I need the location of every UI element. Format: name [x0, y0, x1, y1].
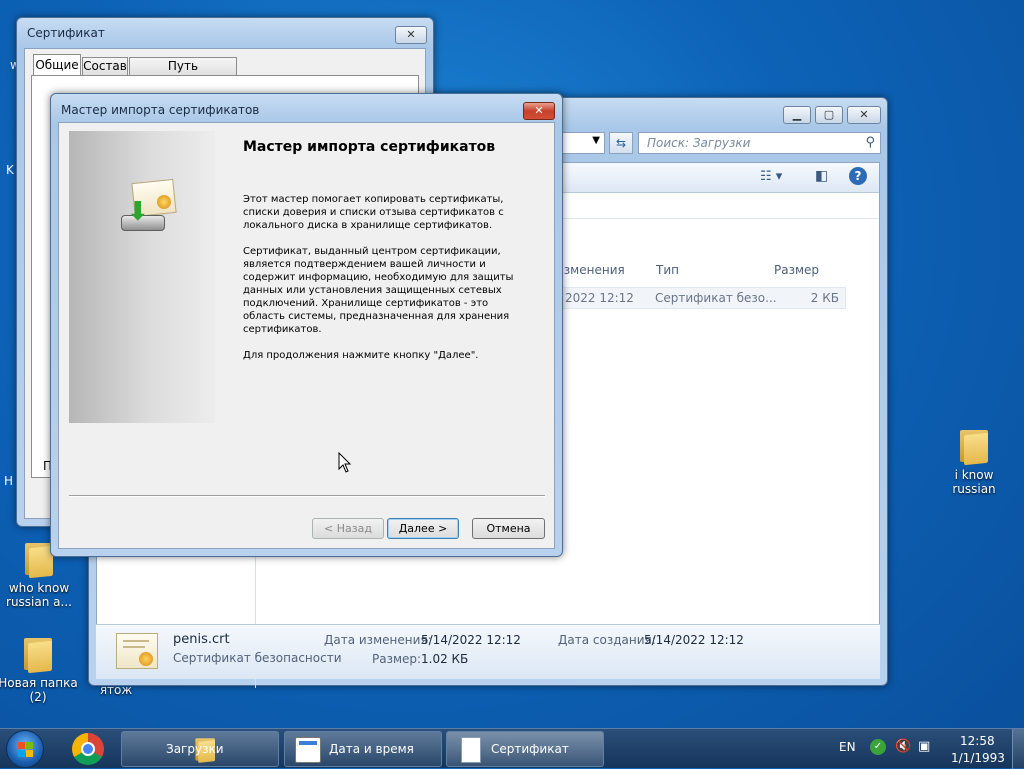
search-placeholder: Поиск: Загрузки	[647, 136, 751, 150]
desktop-icon-i-know-russian[interactable]: i know russian	[934, 424, 1014, 496]
details-file-kind: Сертификат безопасности	[173, 651, 342, 665]
network-icon[interactable]: ▣	[918, 739, 930, 754]
green-arrow-icon: ⬇	[127, 197, 149, 227]
search-input[interactable]: Поиск: Загрузки ⚲	[638, 132, 881, 154]
close-button[interactable]: ✕	[523, 102, 555, 120]
cancel-button[interactable]: Отмена	[472, 518, 545, 539]
tab-composition[interactable]: Состав	[82, 57, 128, 76]
close-button[interactable]: ✕	[847, 106, 881, 124]
folder-icon	[22, 632, 54, 674]
wizard-paragraph-2: Сертификат, выданный центром сертификаци…	[243, 246, 514, 335]
show-desktop-button[interactable]	[1012, 729, 1024, 769]
column-header-modified[interactable]: изменения	[556, 263, 625, 277]
close-button[interactable]: ✕	[395, 26, 427, 44]
taskbar-item-certificate[interactable]: Сертификат	[446, 731, 604, 767]
desktop-icon-label: i know russian	[952, 468, 996, 496]
details-file-name: penis.crt	[173, 632, 230, 647]
desktop-edge-h: H	[4, 474, 14, 488]
mouse-cursor-icon	[338, 452, 352, 473]
certificate-window-title: Сертификат	[27, 26, 105, 40]
file-row-date: 2022 12:12	[565, 291, 634, 305]
back-button[interactable]: < Назад	[312, 518, 384, 539]
wizard-heading: Мастер импорта сертификатов	[243, 139, 496, 155]
folder-icon	[958, 424, 990, 466]
desktop-icon-label: who know russian a...	[6, 581, 72, 609]
file-row-size: 2 КБ	[810, 291, 839, 305]
desktop-icon-label: Новая папка (2)	[0, 676, 78, 704]
import-wizard-window: Мастер импорта сертификатов ✕ ⬇ Мастер и…	[50, 93, 563, 557]
file-row[interactable]: 2022 12:12 Сертификат безо... 2 КБ	[556, 287, 846, 309]
action-center-icon[interactable]: ✓	[870, 739, 886, 755]
document-icon	[461, 737, 481, 763]
details-pane: penis.crt Сертификат безопасности Дата и…	[96, 624, 880, 679]
help-icon[interactable]: ?	[849, 167, 867, 185]
column-header-size[interactable]: Размер	[774, 263, 819, 277]
seal-icon	[139, 652, 153, 666]
taskbar-item-label: Сертификат	[491, 742, 569, 756]
windows-logo-icon	[18, 742, 34, 758]
details-modified-value: 5/14/2022 12:12	[421, 633, 521, 647]
certificate-file-icon	[116, 633, 158, 669]
details-size-value: 1.02 КБ	[421, 652, 469, 666]
taskbar-item-downloads[interactable]: Загрузки	[121, 731, 279, 767]
wizard-paragraph-1: Этот мастер помогает копировать сертифик…	[243, 194, 504, 231]
refresh-icon[interactable]: ⇆	[609, 132, 633, 154]
taskbar-item-label: Загрузки	[166, 742, 224, 756]
start-button[interactable]	[6, 730, 44, 768]
tab-certification-path[interactable]: Путь сертификации	[129, 57, 237, 90]
search-icon[interactable]: ⚲	[865, 135, 875, 150]
clock-time[interactable]: 12:58	[960, 734, 995, 748]
details-modified-label: Дата изменения:	[324, 633, 432, 647]
preview-pane-icon[interactable]: ◧	[815, 168, 828, 184]
volume-muted-icon[interactable]: 🔇	[895, 739, 911, 754]
wizard-client: ⬇ Мастер импорта сертификатов Этот масте…	[58, 122, 555, 549]
details-size-label: Размер:	[372, 652, 422, 666]
import-certificate-icon: ⬇	[117, 177, 181, 241]
wizard-separator	[69, 495, 545, 497]
details-created-value: 5/14/2022 12:12	[644, 633, 744, 647]
taskbar-item-date-time[interactable]: Дата и время	[284, 731, 442, 767]
maximize-button[interactable]: ▢	[815, 106, 843, 124]
next-button[interactable]: Далее >	[387, 518, 459, 539]
taskbar-item-label: Дата и время	[329, 742, 414, 756]
column-header-type[interactable]: Тип	[656, 263, 679, 277]
wizard-window-title: Мастер импорта сертификатов	[61, 103, 260, 117]
wizard-paragraph-3: Для продолжения нажмите кнопку "Далее".	[243, 350, 479, 361]
language-indicator[interactable]: EN	[839, 740, 856, 754]
chrome-icon[interactable]	[72, 733, 104, 765]
file-row-type: Сертификат безо...	[655, 291, 777, 305]
clock-date[interactable]: 1/1/1993	[951, 751, 1005, 765]
minimize-button[interactable]: ▁	[783, 106, 811, 124]
calendar-icon	[295, 737, 321, 763]
wizard-side-banner: ⬇	[69, 131, 215, 423]
desktop-edge-k: K	[6, 163, 14, 177]
view-options-icon[interactable]: ☷ ▾	[760, 169, 782, 184]
taskbar: Загрузки Дата и время Сертификат EN ✓ 🔇 …	[0, 728, 1024, 769]
chevron-down-icon[interactable]: ▼	[592, 135, 600, 146]
details-created-label: Дата создания:	[558, 633, 656, 647]
tab-general[interactable]: Общие	[33, 54, 81, 76]
desktop-icon-new-folder[interactable]: Новая папка (2)	[0, 632, 78, 704]
